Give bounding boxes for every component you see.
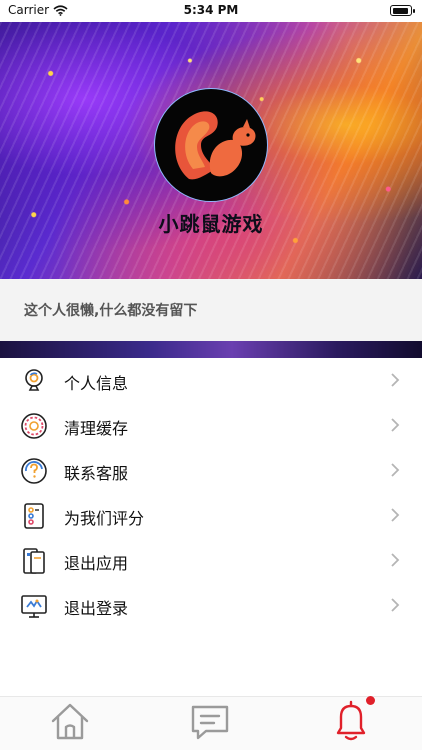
chevron-right-icon xyxy=(391,463,400,477)
chevron-right-icon xyxy=(391,553,400,567)
customer-service-icon xyxy=(21,458,47,484)
status-bar: Carrier 5:34 PM xyxy=(0,0,422,22)
menu-item-customer-service[interactable]: 联系客服 xyxy=(0,448,422,493)
tab-bar xyxy=(0,696,422,750)
menu-label: 清理缓存 xyxy=(64,419,129,438)
tab-notifications[interactable] xyxy=(329,696,375,743)
menu-item-rate-us[interactable]: 为我们评分 xyxy=(0,493,422,538)
rate-app-icon xyxy=(24,503,44,529)
squirrel-logo-icon xyxy=(175,111,256,180)
chevron-right-icon xyxy=(391,598,400,612)
decorative-divider xyxy=(0,341,422,358)
menu-item-clear-cache[interactable]: 清理缓存 xyxy=(0,403,422,448)
user-info-icon xyxy=(25,369,43,391)
settings-menu: 个人信息 清理缓存 联系客服 为我们评分 退出应用 退出登录 xyxy=(0,358,422,628)
menu-item-exit-app[interactable]: 退出应用 xyxy=(0,538,422,583)
tab-home[interactable] xyxy=(48,699,92,743)
profile-header: 小跳鼠游戏 xyxy=(0,22,422,279)
bio-section: 这个人很懒,什么都没有留下 xyxy=(0,279,422,341)
status-time: 5:34 PM xyxy=(183,3,239,17)
exit-app-icon xyxy=(23,548,45,574)
battery-icon xyxy=(390,5,415,16)
app-name: 小跳鼠游戏 xyxy=(158,212,264,236)
menu-label: 为我们评分 xyxy=(64,509,145,528)
chevron-right-icon xyxy=(391,508,400,522)
clear-cache-icon xyxy=(21,413,47,439)
logout-icon xyxy=(21,595,47,618)
home-icon xyxy=(51,703,89,740)
app-logo-avatar[interactable] xyxy=(154,88,268,202)
chevron-right-icon xyxy=(391,418,400,432)
menu-label: 个人信息 xyxy=(64,374,129,393)
menu-label: 退出应用 xyxy=(64,554,129,573)
bio-text: 这个人很懒,什么都没有留下 xyxy=(24,303,198,319)
chevron-right-icon xyxy=(391,373,400,387)
menu-item-profile-info[interactable]: 个人信息 xyxy=(0,358,422,403)
menu-item-logout[interactable]: 退出登录 xyxy=(0,583,422,628)
tab-messages[interactable] xyxy=(188,699,232,743)
menu-label: 联系客服 xyxy=(64,464,129,483)
bell-icon xyxy=(336,700,366,741)
notification-badge xyxy=(366,696,375,705)
message-icon xyxy=(191,705,229,740)
menu-label: 退出登录 xyxy=(64,599,129,618)
